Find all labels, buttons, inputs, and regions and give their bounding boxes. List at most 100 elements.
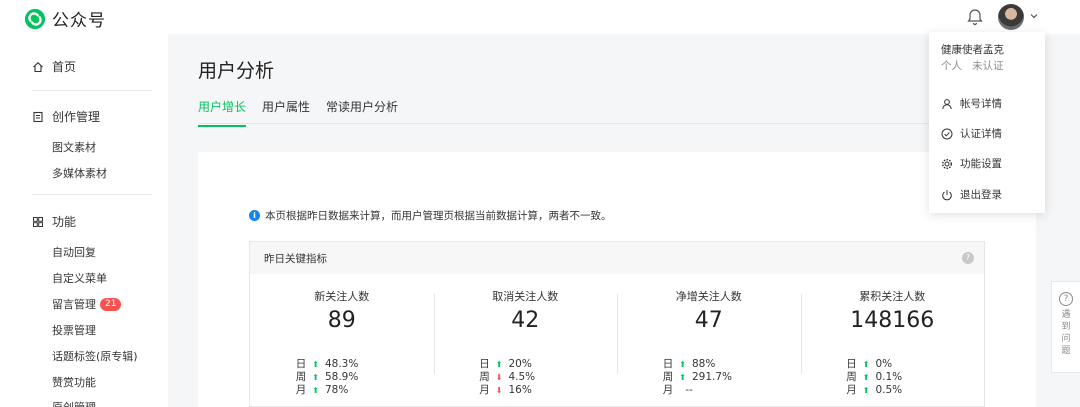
sidebar-item-articles[interactable]: 图文素材 <box>52 139 96 155</box>
metric-new-follows: 新关注人数 89 日 ⬆ 48.3% 周 ⬆ 58.9% 月 ⬆ 78% <box>250 274 434 406</box>
sidebar-section-features[interactable]: 功能 <box>32 213 76 230</box>
power-icon <box>942 189 952 200</box>
home-icon <box>33 61 43 72</box>
wechat-official-logo-icon <box>24 8 46 29</box>
metric-unfollows: 取消关注人数 42 日 ⬆ 20% 周 ⬇ 4.5% 月 ⬇ 16% <box>433 274 618 406</box>
sidebar: 首页 创作管理 图文素材 多媒体素材 功能 自动回复 自定义菜单 留言管理 21… <box>0 34 168 407</box>
help-question-icon: ? <box>1059 292 1073 306</box>
arrow-up-icon: ⬆ <box>862 386 870 395</box>
help-float-button[interactable]: ? 遇到问题 <box>1051 281 1080 373</box>
bell-icon[interactable] <box>965 7 985 27</box>
arrow-up-icon: ⬆ <box>679 373 686 382</box>
sidebar-item-label: 图文素材 <box>52 141 96 154</box>
sidebar-item-media[interactable]: 多媒体素材 <box>52 165 107 181</box>
message-count-badge: 21 <box>100 297 122 311</box>
metric-label: 取消关注人数 <box>492 290 559 303</box>
metrics-row: 新关注人数 89 日 ⬆ 48.3% 周 ⬆ 58.9% 月 ⬆ 78% 取消关注人数 42 日… <box>250 274 984 406</box>
analysis-card: i 本页根据昨日数据来计算，而用户管理页根据当前数据计算，两者不一致。 昨日关键… <box>198 152 1036 407</box>
comparison-value: -- <box>685 384 693 396</box>
metric-value: 42 <box>511 308 540 333</box>
arrow-up-icon: ⬆ <box>679 360 686 369</box>
comparison-period: 日 <box>846 358 857 370</box>
comparison-row: 月 -- <box>663 384 755 397</box>
metric-total-follows: 累积关注人数 148166 日 ⬆ 0% 周 ⬆ 0.1% 月 ⬆ 0.5% <box>800 274 985 406</box>
arrow-up-icon: ⬆ <box>312 360 319 369</box>
account-dropdown: 健康使者孟克 个人 未认证 帐号详情 认证详情 功能设置 退出登录 <box>929 32 1045 213</box>
account-verify-status: 未认证 <box>972 60 1004 72</box>
document-icon <box>33 111 43 122</box>
metric-value: 47 <box>694 308 723 333</box>
comparison-value: 20% <box>508 358 532 370</box>
arrow-up-icon: ⬆ <box>312 373 319 382</box>
key-metrics-header: 昨日关键指标 ? <box>250 242 984 274</box>
arrow-down-icon: ⬇ <box>495 386 503 395</box>
metric-value: 89 <box>327 308 356 333</box>
tab-divider <box>198 123 1036 124</box>
chevron-down-icon[interactable] <box>1029 11 1039 21</box>
metric-value: 148166 <box>850 308 935 333</box>
gear-icon <box>941 158 953 169</box>
sidebar-item-label: 多媒体素材 <box>52 167 107 180</box>
arrow-down-icon: ⬇ <box>495 373 503 382</box>
app-title: 公众号 <box>52 11 106 31</box>
avatar[interactable] <box>998 4 1024 30</box>
arrow-up-icon: ⬆ <box>862 360 870 369</box>
sidebar-item-votes[interactable]: 投票管理 <box>52 322 96 338</box>
comparison-period: 日 <box>662 358 674 370</box>
comparison-row: 月 ⬆ 78% <box>296 384 388 397</box>
sidebar-item-custom-menu[interactable]: 自定义菜单 <box>52 270 107 286</box>
comparison-value: 48.3% <box>324 358 359 370</box>
metric-label: 累积关注人数 <box>859 290 926 303</box>
arrow-up-icon: ⬆ <box>312 386 319 395</box>
comparison-period: 周 <box>662 371 674 383</box>
comparison-period: 周 <box>846 371 857 383</box>
notice: i 本页根据昨日数据来计算，而用户管理页根据当前数据计算，两者不一致。 <box>249 208 612 223</box>
sidebar-section-creation[interactable]: 创作管理 <box>32 108 100 125</box>
sidebar-item-label: 投票管理 <box>52 324 96 337</box>
comparison-value: 88% <box>691 358 716 370</box>
comparison-row: 月 ⬆ 0.5% <box>846 384 938 397</box>
comparison-row: 周 ⬇ 4.5% <box>479 371 571 384</box>
info-icon: i <box>249 210 260 221</box>
comparison-period: 日 <box>295 358 307 370</box>
comparison-row: 周 ⬆ 0.1% <box>846 371 938 384</box>
sidebar-item-label: 自动回复 <box>52 246 96 259</box>
arrow-up-icon: ⬆ <box>495 360 503 369</box>
comparison-row: 月 ⬇ 16% <box>479 384 571 397</box>
account-type: 个人 <box>941 60 962 72</box>
sidebar-item-topics[interactable]: 话题标签(原专辑) <box>52 348 138 364</box>
sidebar-item-original[interactable]: 原创管理 <box>52 399 96 407</box>
menu-account-details[interactable]: 帐号详情 <box>941 96 1002 111</box>
menu-feature-settings[interactable]: 功能设置 <box>941 156 1002 171</box>
sidebar-item-messages[interactable]: 留言管理 21 <box>52 296 122 312</box>
menu-item-label: 帐号详情 <box>960 98 1002 110</box>
menu-verify-details[interactable]: 认证详情 <box>941 126 1002 141</box>
comparison-value: 291.7% <box>691 371 732 383</box>
sidebar-item-auto-reply[interactable]: 自动回复 <box>52 244 96 260</box>
app-logo[interactable]: 公众号 <box>24 6 106 31</box>
sidebar-item-home[interactable]: 首页 <box>32 58 76 75</box>
metric-net-follows: 净增关注人数 47 日 ⬆ 88% 周 ⬆ 291.7% 月 -- <box>617 274 801 406</box>
sidebar-item-label: 首页 <box>52 60 77 74</box>
metric-comparisons: 日 ⬆ 0% 周 ⬆ 0.1% 月 ⬆ 0.5% <box>846 358 938 397</box>
menu-item-label: 退出登录 <box>960 189 1002 201</box>
comparison-row: 日 ⬆ 88% <box>663 358 755 371</box>
key-metrics-title: 昨日关键指标 <box>264 252 327 265</box>
sidebar-section-label: 创作管理 <box>52 110 101 124</box>
sidebar-item-label: 原创管理 <box>52 399 96 407</box>
arrow-up-icon: ⬆ <box>862 373 870 382</box>
comparison-period: 日 <box>479 358 490 370</box>
help-icon[interactable]: ? <box>962 252 974 264</box>
comparison-period: 月 <box>479 384 490 396</box>
check-circle-icon <box>941 128 953 139</box>
menu-logout[interactable]: 退出登录 <box>941 187 1002 202</box>
metric-label: 净增关注人数 <box>675 290 742 303</box>
metric-comparisons: 日 ⬆ 48.3% 周 ⬆ 58.9% 月 ⬆ 78% <box>296 358 388 397</box>
sidebar-item-appreciation[interactable]: 赞赏功能 <box>52 374 96 390</box>
menu-item-label: 功能设置 <box>960 158 1002 170</box>
metric-comparisons: 日 ⬆ 88% 周 ⬆ 291.7% 月 -- <box>663 358 755 397</box>
metric-comparisons: 日 ⬆ 20% 周 ⬇ 4.5% 月 ⬇ 16% <box>479 358 571 397</box>
account-name: 健康使者孟克 <box>941 44 1004 56</box>
comparison-value: 58.9% <box>324 371 359 383</box>
comparison-row: 日 ⬆ 0% <box>846 358 938 371</box>
